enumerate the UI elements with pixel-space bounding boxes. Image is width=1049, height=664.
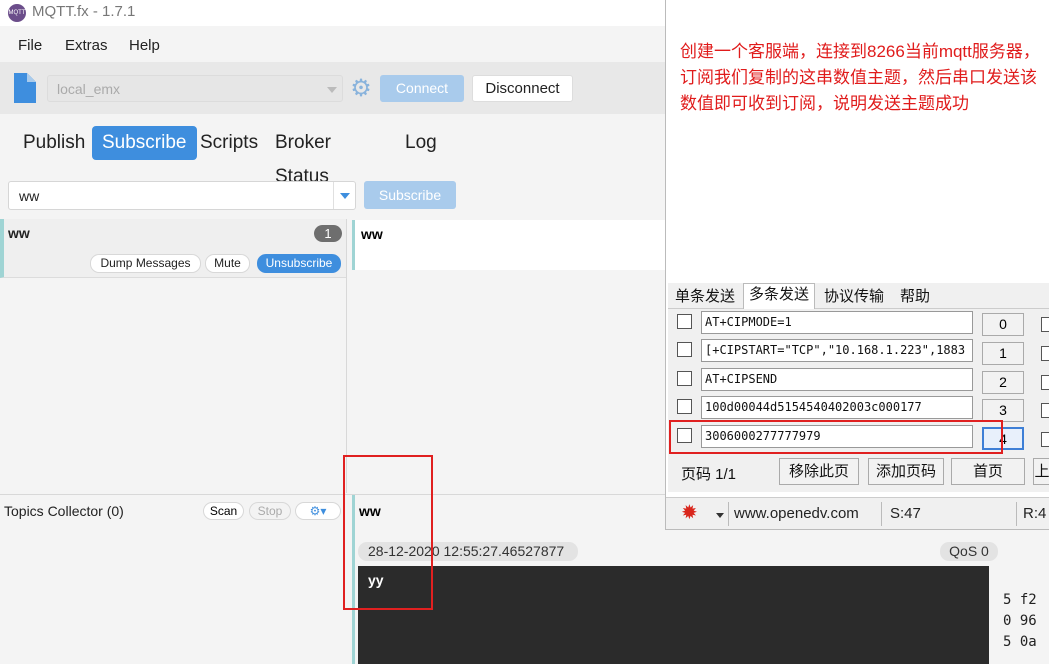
- subscription-item[interactable]: ww 1 Dump Messages Mute Unsubscribe: [0, 219, 346, 278]
- message-list-topic: ww: [361, 226, 383, 242]
- subscribe-button[interactable]: Subscribe: [364, 181, 456, 209]
- scan-button[interactable]: Scan: [203, 502, 244, 520]
- row-checkbox[interactable]: [677, 399, 692, 414]
- send-button-2[interactable]: 2: [982, 371, 1024, 394]
- prev-page-button[interactable]: 上: [1033, 458, 1049, 485]
- tab-multi-send[interactable]: 多条发送: [743, 283, 816, 310]
- row-checkbox[interactable]: [1041, 317, 1049, 332]
- mute-button[interactable]: Mute: [205, 254, 250, 273]
- connect-button[interactable]: Connect: [380, 75, 464, 102]
- status-bar: ✹ www.openedv.com S:47 R:4: [666, 497, 1049, 529]
- stop-button[interactable]: Stop: [249, 502, 291, 520]
- chevron-down-icon[interactable]: [716, 513, 724, 518]
- topics-collector-label: Topics Collector (0): [4, 503, 124, 519]
- file-icon[interactable]: [12, 73, 36, 103]
- send-button-0[interactable]: 0: [982, 313, 1024, 336]
- menu-extras[interactable]: Extras: [65, 37, 108, 54]
- row-checkbox[interactable]: [677, 314, 692, 329]
- tab-subscribe[interactable]: Subscribe: [92, 126, 197, 160]
- message-list-item[interactable]: ww: [352, 220, 667, 270]
- page-label: 页码 1/1: [681, 466, 737, 483]
- hex-line: 5 f2: [1003, 592, 1037, 608]
- command-field[interactable]: [+CIPSTART="TCP","10.168.1.223",1883: [701, 339, 973, 362]
- dump-messages-button[interactable]: Dump Messages: [90, 254, 201, 273]
- chevron-down-icon[interactable]: [333, 182, 355, 209]
- row-checkbox[interactable]: [1041, 375, 1049, 390]
- app-logo-icon: MQTT: [8, 4, 26, 22]
- tab-log[interactable]: Log: [395, 126, 447, 160]
- profile-select-value: local_emx: [57, 81, 121, 97]
- subscribe-topic-value: ww: [19, 188, 40, 204]
- annotation-highlight-box: [669, 420, 1003, 454]
- divider: [728, 502, 729, 526]
- divider: [1016, 502, 1017, 526]
- menu-help[interactable]: Help: [129, 37, 160, 54]
- send-button-3[interactable]: 3: [982, 399, 1024, 422]
- profile-select[interactable]: local_emx: [47, 75, 343, 102]
- settings-gear-icon[interactable]: ✹: [681, 503, 698, 523]
- tab-broker-status[interactable]: Broker Status: [265, 126, 341, 187]
- sent-count: S:47: [890, 505, 921, 522]
- received-count: R:4: [1023, 505, 1047, 522]
- tab-help[interactable]: 帮助: [895, 286, 935, 309]
- website-link[interactable]: www.openedv.com: [734, 505, 859, 522]
- hex-line: 0 96: [1003, 613, 1037, 629]
- disconnect-button[interactable]: Disconnect: [472, 75, 573, 102]
- serial-tabs: 单条发送 多条发送 协议传输 帮助: [668, 283, 1049, 310]
- row-checkbox[interactable]: [677, 371, 692, 386]
- send-button-1[interactable]: 1: [982, 342, 1024, 365]
- tab-publish[interactable]: Publish: [13, 126, 95, 160]
- command-field[interactable]: 100d00044d5154540402003c000177: [701, 396, 973, 419]
- hex-line: 5 0a: [1003, 634, 1037, 650]
- payload-view[interactable]: yy: [358, 566, 989, 664]
- row-checkbox[interactable]: [1041, 432, 1049, 447]
- row-checkbox[interactable]: [1041, 346, 1049, 361]
- row-checkbox[interactable]: [677, 342, 692, 357]
- annotation-highlight-box: [343, 455, 433, 610]
- row-checkbox[interactable]: [1041, 403, 1049, 418]
- subscription-topic: ww: [8, 225, 30, 241]
- command-field[interactable]: AT+CIPMODE=1: [701, 311, 973, 334]
- divider: [881, 502, 882, 526]
- options-gear-icon[interactable]: ⚙▾: [295, 502, 341, 520]
- add-page-button[interactable]: 添加页码: [868, 458, 944, 485]
- gear-icon[interactable]: ⚙: [349, 77, 373, 101]
- tab-single-send[interactable]: 单条发送: [670, 286, 740, 309]
- annotation-note: 创建一个客服端，连接到8266当前mqtt服务器，订阅我们复制的这串数值主题，然…: [680, 42, 1040, 113]
- chevron-down-icon: [327, 87, 337, 93]
- serial-tool-window: 创建一个客服端，连接到8266当前mqtt服务器，订阅我们复制的这串数值主题，然…: [665, 0, 1049, 530]
- unsubscribe-button[interactable]: Unsubscribe: [257, 254, 341, 273]
- qos-badge: QoS 0: [940, 542, 998, 561]
- message-count-badge: 1: [314, 225, 342, 242]
- menu-file[interactable]: File: [18, 37, 42, 54]
- tab-scripts[interactable]: Scripts: [190, 126, 268, 160]
- remove-page-button[interactable]: 移除此页: [779, 458, 859, 485]
- tab-protocol[interactable]: 协议传输: [819, 286, 889, 309]
- window-title: MQTT.fx - 1.7.1: [32, 3, 136, 20]
- first-page-button[interactable]: 首页: [951, 458, 1025, 485]
- subscribe-topic-input[interactable]: ww: [8, 181, 356, 210]
- hex-dump-fragment: 5 f2 0 96 5 0a: [1003, 590, 1049, 653]
- command-field[interactable]: AT+CIPSEND: [701, 368, 973, 391]
